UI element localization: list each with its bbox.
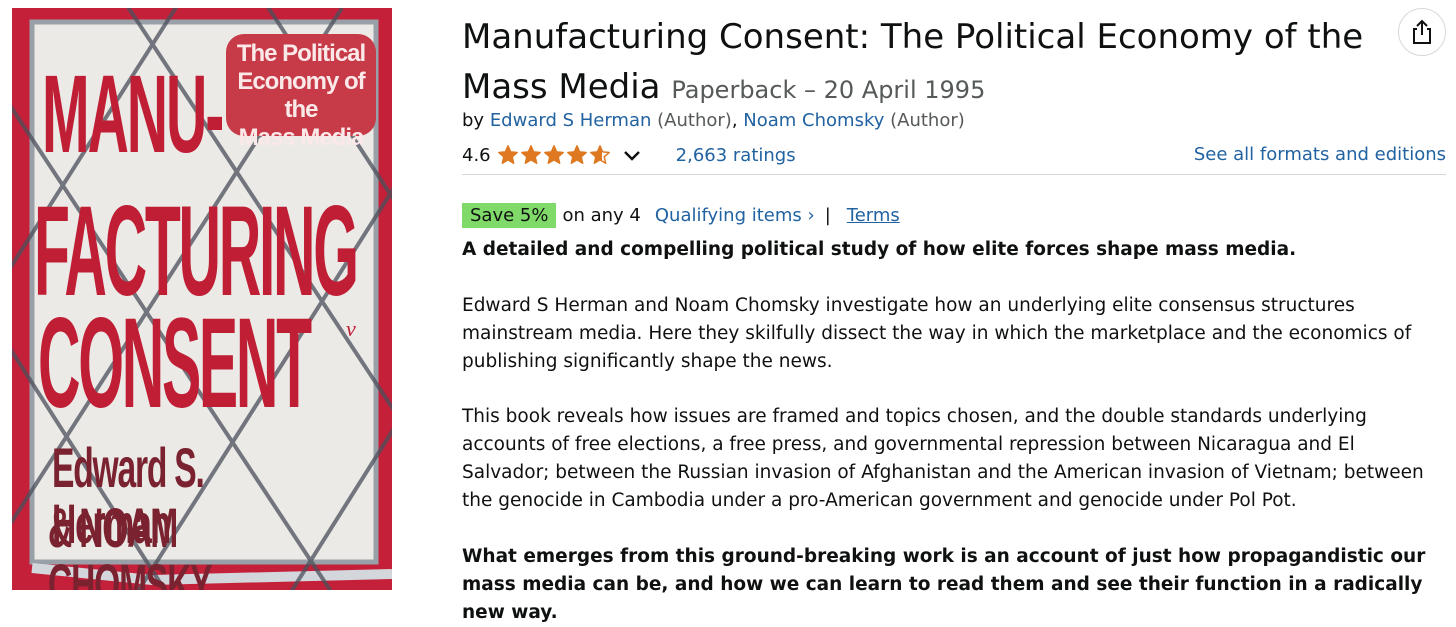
cover-subtitle-badge: The Political Economy of the Mass Media [226,34,376,151]
chevron-down-icon [623,151,640,161]
description-paragraph-3: What emerges from this ground-breaking w… [462,546,1426,623]
book-cover-image[interactable]: MANU- FACTURING CONSENT The Political Ec… [12,8,392,590]
rating-row: 4.6 2,663 ratings [462,143,796,167]
description-headline: A detailed and compelling political stud… [462,239,1297,260]
description-paragraph-1: Edward S Herman and Noam Chomsky investi… [462,295,1412,372]
see-all-formats-link[interactable]: See all formats and editions [1194,144,1446,165]
star-icon [497,145,518,164]
cover-title-line1: MANU- [42,53,224,176]
author-role-herman: (Author) [657,110,732,131]
promo-row: Save 5% on any 4 Qualifying items › | Te… [462,201,900,229]
description-paragraph-2: This book reveals how issues are framed … [462,406,1424,511]
cover-title-line3: CONSENT [38,292,312,435]
format-and-date: Paperback – 20 April 1995 [671,76,986,104]
cover-publisher-mark: v [346,316,356,341]
share-button[interactable] [1398,8,1446,56]
save-badge: Save 5% [462,202,557,228]
star-icon [566,145,587,164]
terms-link[interactable]: Terms [847,205,900,226]
product-title: Manufacturing Consent: The Political Eco… [462,12,1382,115]
author-link-chomsky[interactable]: Noam Chomsky [743,110,884,131]
rating-popover-toggle[interactable] [622,145,642,165]
rating-value: 4.6 [462,144,491,166]
qualifying-items-link[interactable]: Qualifying items › [655,205,815,226]
byline-comma: , [731,110,738,131]
byline-prefix: by [462,110,485,131]
divider [462,174,1446,175]
byline: by Edward S Herman (Author), Noam Chomsk… [462,110,965,131]
star-icon [543,145,564,164]
star-icon [520,145,541,164]
author-role-chomsky: (Author) [890,110,965,131]
star-rating[interactable] [497,144,612,166]
star-icon [589,145,610,164]
promo-separator: | [824,204,831,226]
promo-text: on any 4 [562,204,641,226]
share-icon [1413,19,1431,44]
author-link-herman[interactable]: Edward S Herman [490,110,652,131]
ratings-count-link[interactable]: 2,663 ratings [676,145,796,166]
cover-author-2: & NOAM CHOMSKY [48,496,213,591]
